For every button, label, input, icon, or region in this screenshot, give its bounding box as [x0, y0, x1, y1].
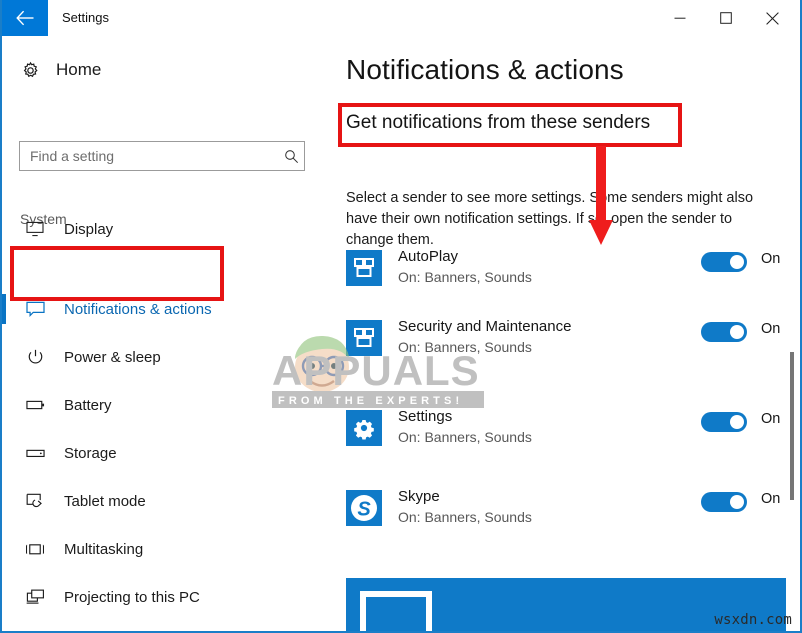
sender-toggle-label: On — [761, 411, 781, 427]
toggle-knob — [730, 415, 744, 429]
sender-state: On: Banners, Sounds — [398, 429, 532, 445]
sidebar-item-storage-label: Storage — [64, 444, 117, 462]
app-tile-icon — [360, 591, 432, 631]
sender-name: Skype — [398, 488, 440, 505]
autoplay-tiles-icon — [346, 320, 382, 356]
sidebar-item-home-label: Home — [56, 60, 102, 79]
sender-name: Security and Maintenance — [398, 318, 572, 335]
close-icon — [765, 11, 779, 25]
maximize-button[interactable] — [704, 0, 748, 36]
sidebar-item-battery[interactable]: Battery — [2, 386, 332, 424]
sidebar-item-tablet-mode-label: Tablet mode — [64, 492, 146, 510]
sidebar-item-projecting-to-this-pc-label: Projecting to this PC — [64, 588, 200, 606]
sidebar-item-multitasking[interactable]: Multitasking — [2, 530, 332, 568]
toggle-knob — [730, 325, 744, 339]
minimize-button[interactable] — [658, 0, 702, 36]
sender-row-autoplay[interactable]: AutoPlay On: Banners, Sounds On — [346, 248, 786, 300]
title-bar: Settings — [2, 0, 800, 36]
settings-window: Settings Home Find a setting System Disp… — [0, 0, 802, 633]
section-title: Get notifications from these senders — [346, 112, 651, 133]
multitask-icon — [20, 543, 50, 556]
project-icon — [20, 589, 50, 605]
back-arrow-icon — [16, 10, 34, 26]
sidebar-item-multitasking-label: Multitasking — [64, 540, 144, 558]
sender-toggle-label: On — [761, 491, 781, 507]
page-title: Notifications & actions — [346, 54, 624, 85]
back-button[interactable] — [2, 0, 48, 36]
toggle-knob — [730, 495, 744, 509]
close-button[interactable] — [750, 0, 794, 36]
sidebar-item-notifications-actions[interactable]: Notifications & actions — [2, 290, 332, 328]
sender-toggle-label: On — [761, 251, 781, 267]
sidebar-item-home[interactable]: Home — [18, 60, 101, 80]
sender-name: Settings — [398, 408, 453, 425]
scrollbar-thumb[interactable] — [790, 352, 794, 500]
drive-icon — [20, 448, 50, 459]
minimize-icon — [674, 17, 686, 19]
sidebar-item-battery-label: Battery — [64, 396, 112, 414]
search-input[interactable] — [20, 143, 278, 169]
sender-state: On: Banners, Sounds — [398, 269, 532, 285]
sidebar-item-storage[interactable]: Storage — [2, 434, 332, 472]
toggle-knob — [730, 255, 744, 269]
skype-icon: S — [346, 490, 382, 526]
sidebar-item-power-sleep[interactable]: Power & sleep — [2, 338, 332, 376]
battery-icon — [20, 399, 50, 411]
gear-icon — [346, 410, 382, 446]
sender-toggle-label: On — [761, 321, 781, 337]
sender-row-skype[interactable]: S Skype On: Banners, Sounds On — [346, 488, 786, 540]
monitor-icon — [20, 221, 50, 237]
sidebar-item-display-label: Display — [64, 220, 114, 238]
search-icon[interactable] — [278, 149, 304, 164]
sidebar: Home System Display — [2, 36, 332, 631]
gear-icon — [18, 61, 42, 80]
sidebar-item-display[interactable]: Display — [2, 210, 332, 248]
main-content: Notifications & actions Get notification… — [332, 36, 800, 631]
selection-accent-bar — [2, 294, 6, 324]
autoplay-tiles-icon — [346, 250, 382, 286]
speech-bubble-icon — [20, 301, 50, 318]
sender-name: AutoPlay — [398, 248, 459, 265]
sender-toggle[interactable] — [701, 252, 747, 272]
vertical-scrollbar[interactable] — [786, 36, 798, 631]
sidebar-item-projecting-to-this-pc[interactable]: Projecting to this PC — [2, 578, 332, 616]
sidebar-item-tablet-mode[interactable]: Tablet mode — [2, 482, 332, 520]
section-description: Select a sender to see more settings. So… — [346, 190, 754, 248]
sender-row-settings[interactable]: Settings On: Banners, Sounds On — [346, 408, 786, 460]
sender-toggle[interactable] — [701, 412, 747, 432]
sender-toggle[interactable] — [701, 322, 747, 342]
sender-state: On: Banners, Sounds — [398, 509, 532, 525]
sidebar-item-shared-experiences[interactable]: Shared experiences — [2, 626, 332, 631]
sender-state: On: Banners, Sounds — [398, 339, 532, 355]
tablet-icon — [20, 493, 50, 510]
search-box[interactable] — [19, 141, 305, 171]
sidebar-item-notifications-actions-label: Notifications & actions — [64, 300, 212, 318]
window-title: Settings — [62, 10, 109, 25]
sender-row-highlighted-partial[interactable] — [346, 578, 786, 631]
svg-text:S: S — [357, 499, 371, 521]
sidebar-item-power-sleep-label: Power & sleep — [64, 348, 161, 366]
sender-row-security-and-maintenance[interactable]: Security and Maintenance On: Banners, So… — [346, 318, 786, 370]
sender-toggle[interactable] — [701, 492, 747, 512]
maximize-icon — [720, 12, 732, 24]
power-icon — [20, 349, 50, 366]
